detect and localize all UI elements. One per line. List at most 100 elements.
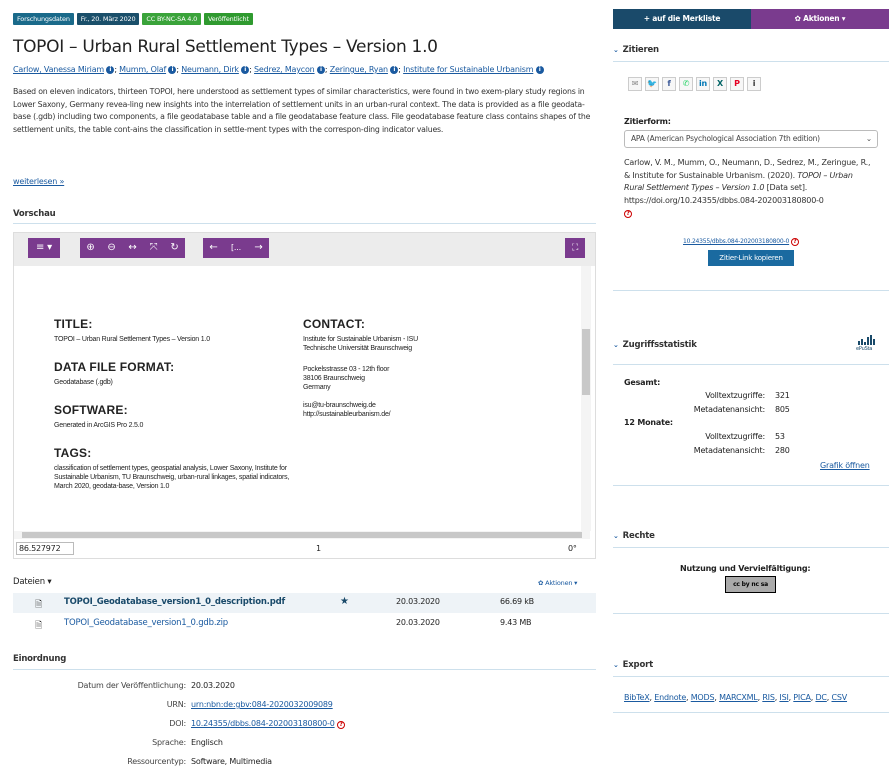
whatsapp-icon[interactable]: ✆ xyxy=(679,77,693,91)
expand-icon[interactable]: ⛶ xyxy=(565,238,585,258)
copy-cite-link-button[interactable]: Zitier-Link kopieren xyxy=(708,250,794,266)
horizontal-scrollbar[interactable] xyxy=(14,531,590,539)
meta-value: 20.03.2020 xyxy=(191,681,235,690)
author-link[interactable]: Sedrez, Maycon xyxy=(254,65,315,74)
stats-section-toggle[interactable]: ⌄ Zugriffsstatistik xyxy=(613,340,697,350)
linkedin-icon[interactable]: in xyxy=(696,77,710,91)
help-icon[interactable]: ? xyxy=(624,210,632,218)
export-ris-link[interactable]: RIS xyxy=(762,693,775,702)
scrollbar-thumb[interactable] xyxy=(22,532,582,538)
author-link[interactable]: Neumann, Dirk xyxy=(181,65,239,74)
cite-heading: Zitieren xyxy=(622,45,659,55)
file-date: 20.03.2020 xyxy=(396,597,440,606)
info-icon[interactable]: i xyxy=(241,66,250,74)
cite-format-select[interactable]: APA (American Psychological Association … xyxy=(624,130,878,148)
doc-heading: DATA FILE FORMAT: xyxy=(54,360,175,374)
export-dc-link[interactable]: DC xyxy=(815,693,827,702)
rights-section-toggle[interactable]: ⌄ Rechte xyxy=(613,531,655,541)
export-links: BibTeX, Endnote, MODS, MARCXML, RIS, ISI… xyxy=(624,693,848,702)
page-indicator[interactable]: [... xyxy=(224,238,248,258)
doc-heading: TAGS: xyxy=(54,446,92,460)
date-badge: Fr., 20. März 2020 xyxy=(76,13,140,25)
cc-license-icon[interactable]: cc by nc sa xyxy=(725,576,776,593)
vertical-scrollbar[interactable] xyxy=(581,266,591,531)
stats-value: 280 xyxy=(775,446,790,455)
urn-link[interactable]: urn:nbn:de:gbv:084-2020032009089 xyxy=(191,700,333,709)
author-link[interactable]: Mumm, Olaf xyxy=(119,65,166,74)
help-icon[interactable]: ? xyxy=(336,721,345,729)
file-row[interactable]: 🗎 TOPOI_Geodatabase_version1_0.gdb.zip 2… xyxy=(13,614,596,634)
author-link[interactable]: Carlow, Vanessa Miriam xyxy=(13,65,104,74)
export-csv-link[interactable]: CSV xyxy=(831,693,847,702)
help-icon[interactable]: ? xyxy=(790,238,799,246)
files-heading[interactable]: Dateien ▾ xyxy=(13,577,52,587)
open-chart-link[interactable]: Grafik öffnen xyxy=(820,461,870,470)
read-more-link[interactable]: weiterlesen » xyxy=(13,177,64,186)
fit-width-icon[interactable]: ↔ xyxy=(122,238,143,258)
file-row[interactable]: 🗎 TOPOI_Geodatabase_version1_0_descripti… xyxy=(13,593,596,613)
xing-icon[interactable]: X xyxy=(713,77,727,91)
stats-label: Metadatenansicht: xyxy=(693,405,765,414)
epusta-chart-icon[interactable] xyxy=(858,333,878,345)
menu-button[interactable]: ≡ ▾ xyxy=(28,238,60,258)
abstract: Based on eleven indicators, thirteen TOP… xyxy=(13,87,591,134)
classification-heading: Einordnung xyxy=(13,654,67,664)
coordinate-field[interactable]: 86.527972 xyxy=(16,542,74,555)
fullscreen-fit-icon[interactable]: ⤧ xyxy=(143,238,164,258)
add-to-list-button[interactable]: + auf die Merkliste xyxy=(613,9,751,29)
rotation-value: 0° xyxy=(568,544,577,553)
export-isi-link[interactable]: ISI xyxy=(779,693,788,702)
export-mods-link[interactable]: MODS xyxy=(691,693,715,702)
chevron-down-icon: ⌄ xyxy=(613,46,619,54)
license-badge: CC BY-NC-SA 4.0 xyxy=(142,13,202,25)
info-icon[interactable]: i xyxy=(390,66,399,74)
rotate-icon[interactable]: ↻ xyxy=(164,238,185,258)
cite-section-toggle[interactable]: ⌄ Zitieren xyxy=(613,45,659,55)
export-bibtex-link[interactable]: BibTeX xyxy=(624,693,650,702)
author-link[interactable]: Zeringue, Ryan xyxy=(330,65,388,74)
author-link[interactable]: Institute for Sustainable Urbanism xyxy=(403,65,533,74)
actions-button[interactable]: ✿ Aktionen ▾ xyxy=(751,9,889,29)
doi-link[interactable]: 10.24355/dbbs.084-202003180800-0 xyxy=(191,719,335,728)
export-section-toggle[interactable]: ⌄ Export xyxy=(613,660,653,670)
file-name[interactable]: TOPOI_Geodatabase_version1_0_description… xyxy=(64,597,285,607)
zoom-in-icon[interactable]: ⊕ xyxy=(80,238,101,258)
prev-page-icon[interactable]: ← xyxy=(203,238,224,258)
info-icon[interactable]: i xyxy=(168,66,177,74)
status-badge: Veröffentlicht xyxy=(204,13,253,25)
file-size: 66.69 kB xyxy=(500,597,534,606)
author-list: Carlow, Vanessa Miriam i; Mumm, Olaf i; … xyxy=(13,64,593,75)
twitter-icon[interactable]: 🐦 xyxy=(645,77,659,91)
viewer-toolbar: ≡ ▾ ⊕ ⊖ ↔ ⤧ ↻ ← [... → ⛶ xyxy=(14,233,595,266)
epusta-label: ePuSta xyxy=(856,346,873,352)
star-icon[interactable]: ★ xyxy=(340,596,349,607)
doc-heading: CONTACT: xyxy=(303,317,366,331)
email-icon[interactable]: ✉ xyxy=(628,77,642,91)
doi-link[interactable]: 10.24355/dbbs.084-202003180800-0 xyxy=(683,238,789,245)
pinterest-icon[interactable]: P xyxy=(730,77,744,91)
rights-heading: Rechte xyxy=(622,531,655,541)
export-pica-link[interactable]: PICA xyxy=(793,693,811,702)
info-icon[interactable]: i xyxy=(535,66,544,74)
citation-text: Carlow, V. M., Mumm, O., Neumann, D., Se… xyxy=(624,157,874,220)
info-icon[interactable]: i xyxy=(106,66,115,74)
doc-text: Geodatabase (.gdb) xyxy=(54,379,113,386)
export-marcxml-link[interactable]: MARCXML xyxy=(719,693,758,702)
info-icon[interactable]: i xyxy=(316,66,325,74)
meta-value: Software, Multimedia xyxy=(191,757,272,766)
doc-heading: SOFTWARE: xyxy=(54,403,128,417)
scrollbar-thumb[interactable] xyxy=(582,329,590,395)
next-page-icon[interactable]: → xyxy=(248,238,269,258)
export-endnote-link[interactable]: Endnote xyxy=(654,693,686,702)
file-name[interactable]: TOPOI_Geodatabase_version1_0.gdb.zip xyxy=(64,618,228,628)
pdf-viewer: ≡ ▾ ⊕ ⊖ ↔ ⤧ ↻ ← [... → ⛶ TITLE: TOPOI – … xyxy=(13,232,596,559)
info-icon[interactable]: i xyxy=(747,77,761,91)
doc-text: TOPOI – Urban Rural Settlement Types – V… xyxy=(54,336,210,343)
stats-label: Metadatenansicht: xyxy=(693,446,765,455)
files-actions[interactable]: ✿ Aktionen ▾ xyxy=(538,579,577,587)
meta-label: DOI: xyxy=(169,719,186,728)
facebook-icon[interactable]: f xyxy=(662,77,676,91)
stats-value: 53 xyxy=(775,432,785,441)
zoom-out-icon[interactable]: ⊖ xyxy=(101,238,122,258)
chevron-down-icon: ⌄ xyxy=(865,134,872,143)
